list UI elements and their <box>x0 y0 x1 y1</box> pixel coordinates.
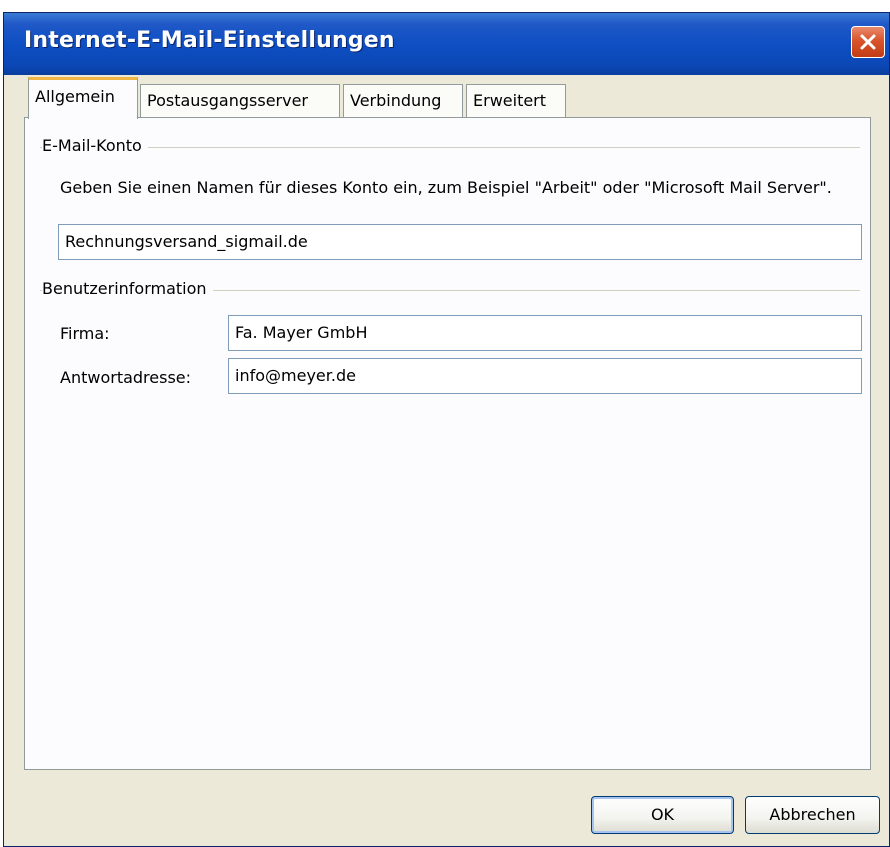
tab-label: Erweitert <box>473 91 547 110</box>
close-icon <box>860 34 876 50</box>
tab-allgemein[interactable]: Allgemein <box>28 77 138 119</box>
account-name-input[interactable]: Rechnungsversand_sigmail.de <box>58 224 862 260</box>
close-button[interactable] <box>851 26 885 58</box>
window-title: Internet-E-Mail-Einstellungen <box>24 28 395 53</box>
company-label: Firma: <box>60 324 110 343</box>
tab-panel-allgemein <box>24 117 871 770</box>
tab-label: Postausgangsserver <box>147 91 308 110</box>
reply-address-label: Antwortadresse: <box>60 368 192 387</box>
company-input[interactable]: Fa. Mayer GmbH <box>228 315 862 351</box>
ok-button[interactable]: OK <box>591 796 734 834</box>
tab-erweitert[interactable]: Erweitert <box>466 84 566 118</box>
title-bar[interactable]: Internet-E-Mail-Einstellungen <box>4 13 889 75</box>
cancel-button[interactable]: Abbrechen <box>745 796 880 834</box>
reply-address-input[interactable]: info@meyer.de <box>228 358 862 394</box>
group-title-user-info: Benutzerinformation <box>42 279 213 298</box>
tab-label: Verbindung <box>350 91 442 110</box>
tab-label: Allgemein <box>35 87 115 106</box>
account-description: Geben Sie einen Namen für dieses Konto e… <box>60 178 832 197</box>
tab-verbindung[interactable]: Verbindung <box>343 84 463 118</box>
tab-postausgangsserver[interactable]: Postausgangsserver <box>140 84 340 118</box>
group-title-email-account: E-Mail-Konto <box>42 136 148 155</box>
group-divider <box>40 147 860 148</box>
